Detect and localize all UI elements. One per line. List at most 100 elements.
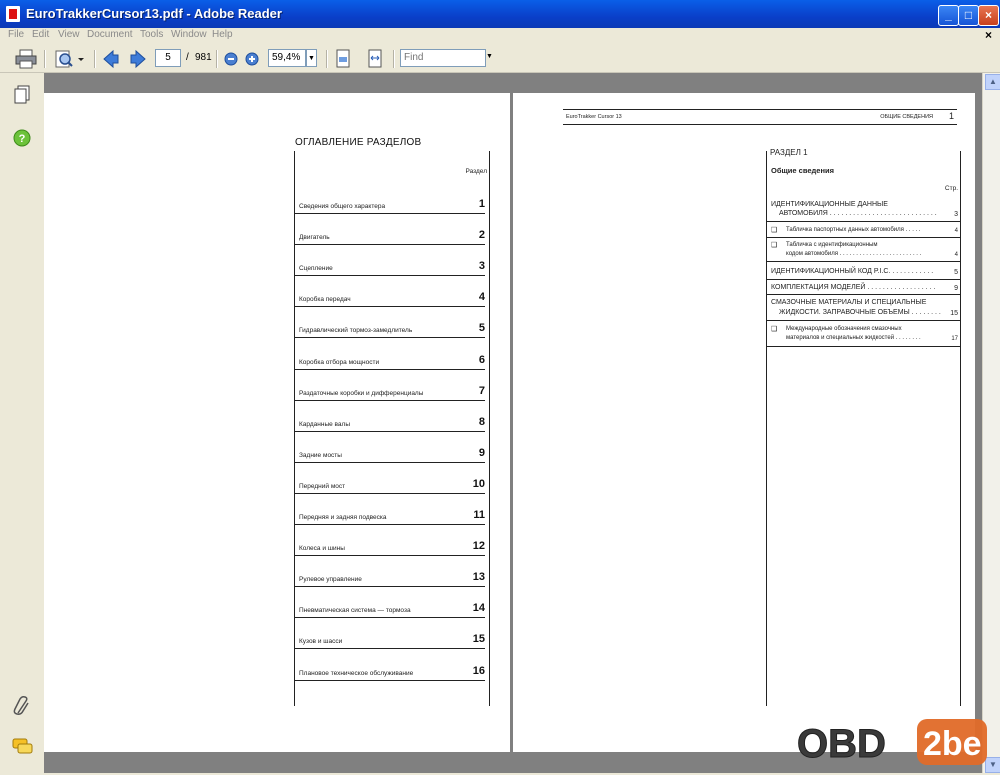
toc-row: Кузов и шасси 15 [295,617,485,650]
entry-intl-symbols-line1: Международные обозначения смазочных [786,326,902,332]
toc-row: Карданные валы 8 [295,400,485,432]
toolbar-separator [94,50,96,68]
menu-file[interactable]: File [8,29,24,40]
toc-row-label: Раздаточные коробки и дифференциалы [299,389,424,397]
section-1-contents: РАЗДЕЛ 1 Общие сведения Стр. ИДЕНТИФИКАЦ… [766,148,961,706]
entry-id-code-plate-line2: кодом автомобиля . . . . . . . . . . . .… [786,251,922,257]
toc-row: Сцепление 3 [295,244,485,277]
section-title: Общие сведения [771,166,834,175]
comments-icon[interactable] [12,738,34,756]
toc-row: Коробка передач 4 [295,275,485,308]
vertical-scrollbar[interactable]: ▲ ▼ [982,73,1000,773]
toc-row-number: 5 [478,322,485,335]
toc-row: Пневматическая система — тормоза 14 [295,586,485,619]
menu-window[interactable]: Window [171,29,207,40]
adobe-reader-window: EuroTrakkerCursor13.pdf - Adobe Reader _… [0,0,1000,775]
toc-row-number: 14 [472,602,485,615]
menu-bar: File Edit View Document Tools Window Hel… [0,28,1000,46]
zoom-out-icon[interactable] [223,49,239,69]
toc-row: Рулевое управление 13 [295,555,485,588]
toc-row-number: 2 [478,229,485,242]
scroll-up-arrow-icon[interactable]: ▲ [985,74,1000,90]
menu-edit[interactable]: Edit [32,29,49,40]
print-icon[interactable] [14,49,38,69]
toc-row-number: 16 [472,664,485,677]
maximize-button[interactable]: □ [958,5,979,26]
help-icon[interactable]: ? [13,129,31,147]
toc-row-label: Задние мосты [299,451,342,459]
toc-row-label: Плановое техническое обслуживание [299,669,414,677]
attachments-paperclip-icon[interactable] [12,695,32,717]
close-document-icon[interactable]: × [985,28,992,42]
toc-row-number: 15 [472,633,485,646]
title-bar: EuroTrakkerCursor13.pdf - Adobe Reader _… [0,0,1000,28]
toc-row: Двигатель 2 [295,213,485,246]
page-number-input[interactable] [155,49,181,67]
zoom-dropdown-chevron-down-icon[interactable]: ▼ [306,49,317,67]
menu-view[interactable]: View [58,29,80,40]
toc-row-label: Коробка отбора мощности [299,358,380,366]
toc-row: Плановое техническое обслуживание 16 [295,649,485,681]
toolbar-separator [44,50,46,68]
running-header: EuroTrakker Cursor 13 ОБЩИЕ СВЕДЕНИЯ 1 [563,109,957,125]
toc-row: Коробка отбора мощности 6 [295,338,485,370]
pdf-page-left: ОГЛАВЛЕНИЕ РАЗДЕЛОВ Раздел Сведения обще… [44,93,510,752]
toc-row-number: 12 [472,540,485,553]
page-column-header: Стр. [944,185,958,192]
entry-pic-code-page: 5 [954,269,958,276]
previous-page-icon[interactable] [102,49,120,69]
minimize-button[interactable]: _ [938,5,959,26]
toc-title: ОГЛАВЛЕНИЕ РАЗДЕЛОВ [295,137,422,148]
pdf-page-right: EuroTrakker Cursor 13 ОБЩИЕ СВЕДЕНИЯ 1 Р… [513,93,975,752]
toc-row-label: Передняя и задняя подвеска [299,514,387,521]
close-button[interactable]: × [978,5,999,26]
toc-row-number: 4 [478,291,485,304]
zoom-in-icon[interactable] [244,49,260,69]
toc-row-number: 10 [472,477,485,490]
pdf-app-icon [6,6,20,22]
fit-page-icon[interactable] [334,49,352,69]
toc-row: Колеса и шины 12 [295,524,485,557]
svg-text:?: ? [19,133,26,145]
watermark-text-left: OBD [797,722,886,766]
toc-row-number: 3 [478,260,485,273]
divider [767,346,960,347]
toolbar-separator [216,50,218,68]
toc-row-label: Рулевое управление [299,576,362,584]
entry-identification-page: 3 [954,211,958,218]
toolbar-separator [326,50,328,68]
toc-row: Передняя и задняя подвеска 11 [295,493,485,525]
page-number: 1 [948,111,954,121]
next-page-icon[interactable] [129,49,147,69]
toc-row: Гидравлический тормоз-замедлитель 5 [295,306,485,339]
find-input[interactable] [400,49,486,67]
menu-tools[interactable]: Tools [140,29,163,40]
running-head-left: EuroTrakker Cursor 13 [566,114,622,120]
find-dropdown-chevron-down-icon[interactable]: ▼ [486,53,493,60]
watermark-text-right: 2be [923,725,982,763]
toc-row-label: Колеса и шины [299,545,345,553]
fit-width-icon[interactable] [366,49,384,69]
pages-panel-icon[interactable] [13,85,31,105]
entry-intl-symbols-page: 17 [951,336,958,342]
toolbar-separator [393,50,395,68]
divider [767,237,960,238]
toc-row-number: 11 [473,509,485,521]
entry-pic-code: ИДЕНТИФИКАЦИОННЫЙ КОД P.I.C. . . . . . .… [771,268,934,275]
toolbar: / 981 ▼ ▼ [0,46,1000,73]
page-separator-label: / [186,52,189,63]
search-document-icon[interactable] [52,49,86,69]
toc-row-label: Передний мост [299,482,346,490]
toc-row: Сведения общего характера 1 [295,182,485,214]
entry-id-code-plate-page: 4 [954,252,958,258]
menu-help[interactable]: Help [212,29,233,40]
menu-document[interactable]: Document [87,29,133,40]
entry-intl-symbols-line2: материалов и специальных жидкостей . . .… [786,335,921,341]
obd2be-watermark-logo: OBD 2be [797,719,987,767]
window-title: EuroTrakkerCursor13.pdf - Adobe Reader [26,6,282,21]
zoom-level-input[interactable] [268,49,306,67]
entry-data-plate: Табличка паспортных данных автомобиля . … [786,227,921,233]
document-viewport: ОГЛАВЛЕНИЕ РАЗДЕЛОВ Раздел Сведения обще… [44,73,982,773]
navigation-sidebar: ? [0,73,45,773]
checkbox-icon: ❑ [771,242,778,249]
